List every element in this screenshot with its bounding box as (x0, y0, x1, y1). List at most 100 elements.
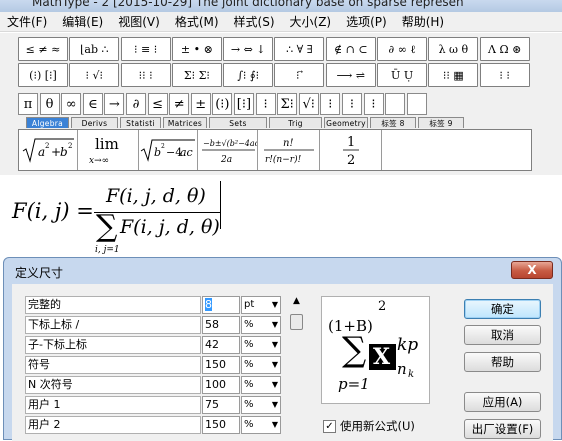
menu-options[interactable]: 选项(P) (339, 13, 395, 30)
unit-select[interactable]: % ▼ (241, 336, 281, 354)
title-bar: MathType - 2 [2015-10-29] The joint dict… (0, 0, 562, 12)
empty-slot-button-2[interactable] (406, 93, 427, 115)
size-label[interactable]: N 次符号 (25, 376, 201, 394)
spaces-palette-button[interactable]: ⌊ab ∴ (69, 37, 120, 61)
help-button[interactable]: 帮助 (464, 352, 541, 372)
matrix-templates-button[interactable]: ⁝⁝ ▦ (428, 63, 479, 87)
size-label[interactable]: 用户 1 (25, 396, 201, 414)
apply-button[interactable]: 应用(A) (464, 392, 541, 412)
subscript-superscript-templates-button[interactable]: ⁝⁝ ⁝ (120, 63, 171, 87)
embellishments-palette-button[interactable]: ⁝ ≡ ⁝ (120, 37, 171, 61)
expr-one-half[interactable]: 1 2 (320, 130, 382, 170)
size-value-input[interactable]: 42 (202, 336, 240, 354)
scroll-thumb[interactable] (290, 314, 303, 330)
factory-settings-button[interactable]: 出厂设置(F) (464, 419, 541, 439)
tab-derivs[interactable]: Derivs (71, 117, 118, 128)
sub-superscript-button[interactable]: ⁝ (363, 93, 384, 115)
unit-select[interactable]: % ▼ (241, 316, 281, 334)
expr-limit[interactable]: lim x→∞ (78, 130, 139, 170)
size-label[interactable]: 符号 (25, 356, 201, 374)
lowercase-greek-palette-button[interactable]: λ ω θ (428, 37, 479, 61)
infinity-button[interactable]: ∞ (61, 93, 82, 115)
size-value-input[interactable]: 75 (202, 396, 240, 414)
pi-button[interactable]: π (18, 93, 38, 115)
size-value-input[interactable]: 58 (202, 316, 240, 334)
unit-select[interactable]: % ▼ (241, 416, 281, 434)
tab-statistics[interactable]: Statisti (120, 117, 161, 128)
expr-quadratic-formula[interactable]: −b±√(b²−4ac) 2a (198, 130, 258, 170)
menu-view[interactable]: 视图(V) (111, 13, 168, 30)
element-of-button[interactable]: ∈ (82, 93, 103, 115)
box-templates-button[interactable]: ⁝ ⁝ (479, 63, 530, 87)
size-value-input[interactable]: 8 (202, 296, 240, 314)
sqrt-button[interactable]: √⁝ (298, 93, 319, 115)
expr-hypotenuse[interactable]: a 2 + b 2 (19, 130, 78, 170)
not-equal-button[interactable]: ≠ (169, 93, 190, 115)
theta-button[interactable]: θ (39, 93, 60, 115)
fence-templates-button[interactable]: (⁝) [⁝] (18, 63, 68, 87)
less-equal-button[interactable]: ≤ (147, 93, 168, 115)
superscript-button[interactable]: ⁝ (320, 93, 341, 115)
size-label[interactable]: 子-下标上标 (25, 336, 201, 354)
scroll-up-icon[interactable]: ▲ (288, 296, 305, 310)
plus-minus-button[interactable]: ± (190, 93, 211, 115)
size-value-input[interactable]: 150 (202, 356, 240, 374)
integral-templates-button[interactable]: ∫⁝ ∮⁝ (223, 63, 274, 87)
menu-edit[interactable]: 编辑(E) (55, 13, 111, 30)
arrows-palette-button[interactable]: → ⇔ ↓ (223, 37, 274, 61)
svg-text:x→∞: x→∞ (89, 156, 109, 166)
product-set-templates-button[interactable]: Ū Ụ (377, 63, 428, 87)
partial-button[interactable]: ∂ (125, 93, 146, 115)
set-theory-palette-button[interactable]: ∉ ∩ ⊂ (325, 37, 376, 61)
menu-file[interactable]: 文件(F) (0, 13, 55, 30)
right-arrow-button[interactable]: → (104, 93, 125, 115)
size-label[interactable]: 下标上标 / (25, 316, 201, 334)
fraction-button[interactable]: ⁝ (255, 93, 276, 115)
expr-empty-slot[interactable] (382, 130, 531, 170)
tab-label-9[interactable]: 标签 9 (418, 117, 464, 128)
menu-style[interactable]: 样式(S) (227, 13, 283, 30)
menu-help[interactable]: 帮助(H) (395, 13, 452, 30)
fraction-radical-templates-button[interactable]: ⁝ √⁝ (69, 63, 120, 87)
preview-subscript: n (397, 360, 407, 378)
misc-symbols-palette-button[interactable]: ∂ ∞ ℓ (377, 37, 428, 61)
cancel-button[interactable]: 取消 (464, 325, 541, 345)
operators-palette-button[interactable]: ± • ⊗ (171, 37, 222, 61)
expr-combination[interactable]: n! r!(n−r)! (258, 130, 320, 170)
size-label[interactable]: 完整的 (25, 296, 201, 314)
tab-algebra[interactable]: Algebra (26, 117, 69, 128)
brackets-button[interactable]: [⁝] (233, 93, 254, 115)
equation-document[interactable]: F(i, j) = F(i, j, d, θ) ∑ F(i, j, d, θ) … (0, 175, 562, 265)
labeled-arrow-templates-button[interactable]: ⟶ ⇌ (325, 63, 376, 87)
unit-select[interactable]: pt ▼ (241, 296, 281, 314)
logical-palette-button[interactable]: ∴ ∀ ∃ (274, 37, 325, 61)
tab-label-8[interactable]: 标签 8 (370, 117, 416, 128)
summation-templates-button[interactable]: Σ⁝ Σ⁝ (171, 63, 222, 87)
size-value-input[interactable]: 150 (202, 416, 240, 434)
size-value-input[interactable]: 100 (202, 376, 240, 394)
unit-select[interactable]: % ▼ (241, 376, 281, 394)
bar-arrow-templates-button[interactable]: ⁝ ⃗ (274, 63, 325, 87)
expr-discriminant[interactable]: b 2 −4 ac (139, 130, 198, 170)
equation: F(i, j) = F(i, j, d, θ) ∑ F(i, j, d, θ) … (12, 179, 222, 259)
tab-matrices[interactable]: Matrices (163, 117, 207, 128)
size-label[interactable]: 用户 2 (25, 416, 201, 434)
use-new-equation-option[interactable]: ✓ 使用新公式(U) (323, 418, 415, 434)
unit-select[interactable]: % ▼ (241, 396, 281, 414)
tab-trig[interactable]: Trig (269, 117, 322, 128)
uppercase-greek-palette-button[interactable]: Λ Ω ⊛ (479, 37, 530, 61)
tab-geometry[interactable]: Geometry (324, 117, 368, 128)
relations-palette-button[interactable]: ≤ ≠ ≈ (18, 37, 68, 61)
tab-sets[interactable]: Sets (209, 117, 267, 128)
ok-button[interactable]: 确定 (464, 299, 541, 319)
empty-slot-button-1[interactable] (385, 93, 406, 115)
table-scrollbar[interactable]: ▲ (288, 296, 305, 441)
sum-button[interactable]: Σ⁝ (277, 93, 298, 115)
menu-format[interactable]: 格式(M) (168, 13, 227, 30)
use-new-equation-checkbox[interactable]: ✓ (323, 419, 336, 433)
subscript-button[interactable]: ⁝ (341, 93, 362, 115)
close-button[interactable]: X (511, 261, 553, 279)
menu-size[interactable]: 大小(Z) (283, 13, 340, 30)
parentheses-button[interactable]: (⁝) (212, 93, 233, 115)
unit-select[interactable]: % ▼ (241, 356, 281, 374)
